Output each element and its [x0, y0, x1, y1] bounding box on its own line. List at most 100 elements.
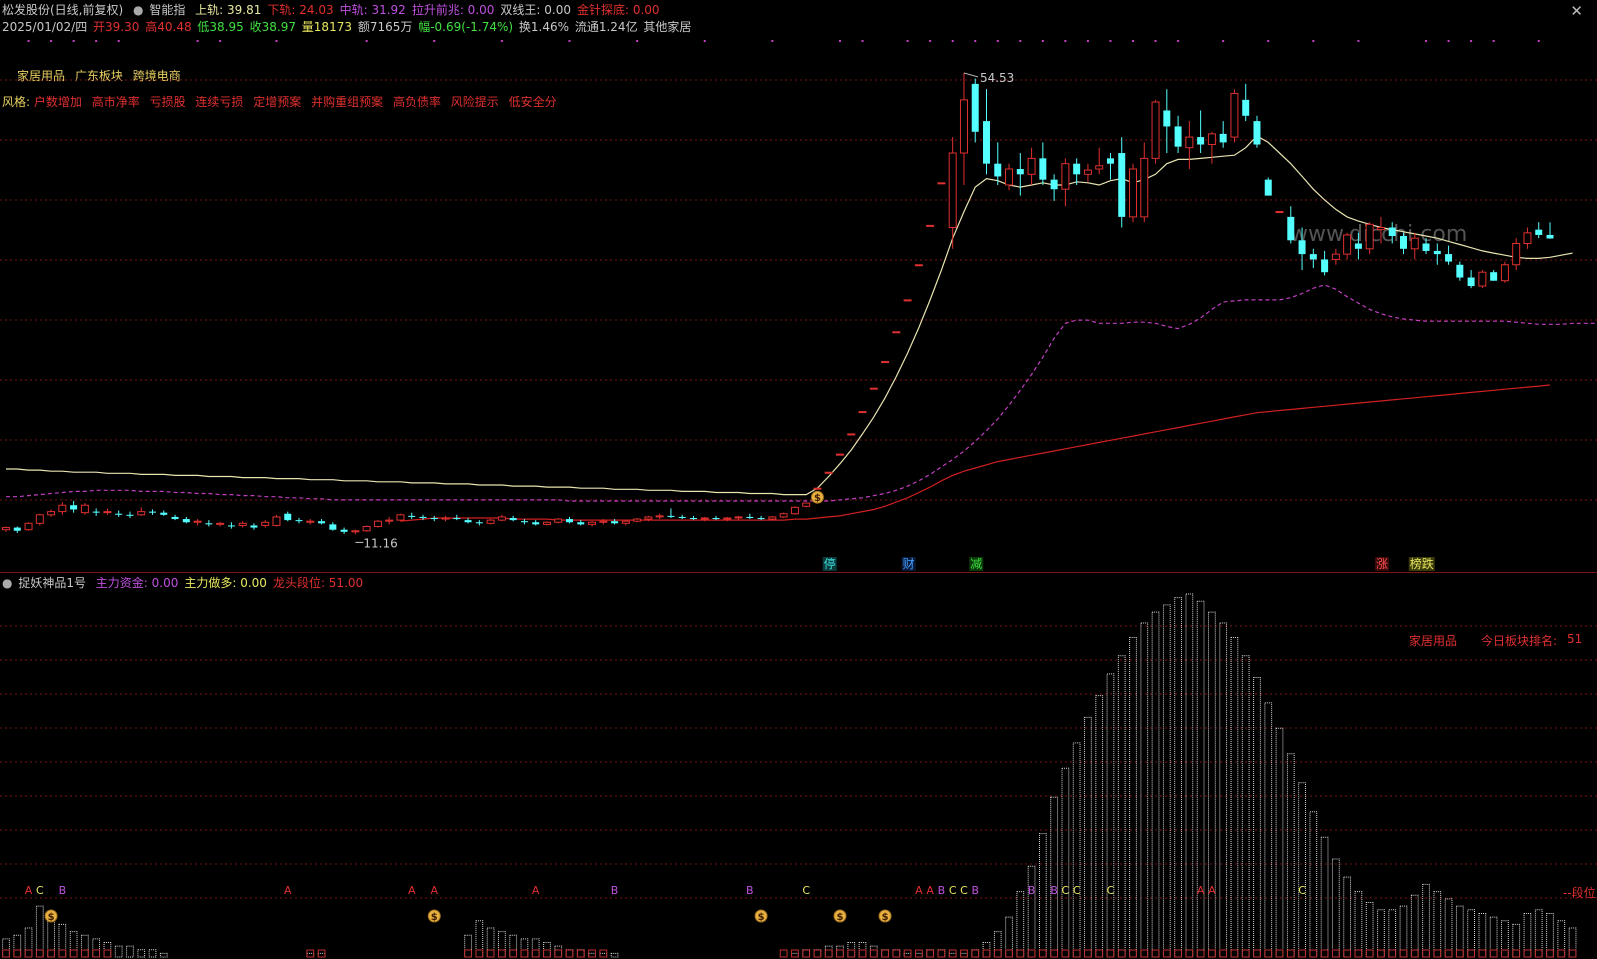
candle-body [734, 516, 743, 519]
candle-body [1456, 264, 1464, 278]
sub-base-bar [1151, 949, 1160, 958]
candle-body [1163, 110, 1171, 127]
candle-body [1410, 237, 1419, 250]
signal-dot [1109, 40, 1112, 42]
candle-body [1467, 277, 1475, 287]
sub-base-bar [1208, 949, 1216, 958]
candle-body [1298, 240, 1306, 255]
sub-base-bar [982, 949, 991, 958]
candle-body [869, 387, 878, 390]
sub-base-bar [836, 949, 844, 958]
candle-body [621, 520, 630, 524]
sub-bar [993, 931, 1002, 958]
sub-bar [1433, 891, 1442, 958]
sub-bar [1027, 865, 1036, 958]
sub-bar [1512, 923, 1521, 958]
candle-body [160, 512, 168, 515]
sub-bar [1219, 622, 1228, 958]
candle-body [835, 453, 844, 456]
sub-bar [69, 931, 78, 958]
sub-base-bar [47, 949, 55, 958]
sub-marker-label: C [960, 884, 968, 897]
candle-body [408, 515, 416, 517]
candle-body [542, 521, 551, 525]
sub-dollar-icon-glyph: $ [758, 912, 765, 923]
candle-body [1016, 169, 1024, 175]
sub-marker-label: A [1197, 884, 1205, 897]
signal-dot [27, 40, 30, 42]
sub-base-bar [475, 949, 484, 958]
candle-body [1140, 157, 1149, 218]
sub-bar [1501, 920, 1509, 958]
sub-bar [791, 952, 799, 958]
sub-bar [475, 920, 484, 958]
signal-dot [50, 40, 53, 42]
sub-base-bar [531, 949, 540, 958]
candle-body [994, 163, 1002, 177]
sub-bar [1354, 891, 1363, 958]
candle-body [182, 519, 190, 523]
sub-base-bar [588, 949, 596, 958]
sub-bar [1038, 833, 1047, 958]
sub-base-bar [1320, 949, 1329, 958]
sub-base-bar [69, 949, 78, 958]
sub-base-bar [1501, 949, 1509, 958]
sub-base-bar [1478, 949, 1487, 958]
sub-bar [588, 952, 596, 958]
sub-base-bar [24, 949, 33, 958]
candle-body [678, 516, 686, 518]
sub-bar [565, 949, 574, 958]
sub-marker-label: A [25, 884, 33, 897]
candlestick-chart[interactable]: 54.5311.16$停财减涨榜跌A C B A A A A B B C A A B C C B B B C C C A A… [0, 0, 1597, 959]
sub-base-bar [92, 949, 101, 958]
dollar-icon-glyph: $ [814, 493, 821, 504]
candle-body [1230, 92, 1239, 138]
candle-body [497, 516, 506, 521]
candle-body [1343, 234, 1352, 255]
candle-body [847, 433, 856, 436]
candle-body [193, 520, 202, 523]
sub-marker-label: A [408, 884, 416, 897]
candle-body [509, 517, 517, 521]
sub-bar [1095, 695, 1104, 958]
candle-body [362, 526, 371, 532]
sub-bar [1151, 611, 1160, 958]
sub-marker-label: C [802, 884, 810, 897]
sub-base-bar [486, 949, 495, 958]
sub-bar [1140, 622, 1149, 958]
candle-body [351, 530, 360, 533]
candle-body [757, 517, 765, 520]
candle-body [126, 514, 134, 516]
sub-base-bar [960, 949, 968, 958]
candle-body [1207, 133, 1216, 146]
sub-base-bar [1241, 949, 1250, 958]
sub-base-bar [509, 949, 518, 958]
sub-bar [610, 952, 619, 958]
sub-marker-label: A [1208, 884, 1216, 897]
candle-body [1129, 168, 1138, 218]
candle-body [1095, 165, 1104, 170]
candle-body [802, 502, 811, 507]
sub-base-bar [1343, 949, 1352, 958]
sub-base-bar [791, 949, 799, 958]
sub-bar [1286, 753, 1295, 958]
candle-body [1321, 259, 1329, 273]
sub-base-bar [1354, 949, 1363, 958]
sub-base-bar [1219, 949, 1228, 958]
candle-body [340, 529, 348, 532]
sub-base-bar [1365, 949, 1374, 958]
candle-body [881, 361, 890, 364]
candle-body [667, 515, 675, 517]
sub-marker-label: B [59, 884, 67, 897]
low-price-label: 11.16 [363, 536, 397, 550]
sub-bar [1331, 858, 1340, 958]
sub-bar [81, 934, 89, 958]
sub-bar [159, 952, 168, 958]
sub-marker-label: B [1028, 884, 1036, 897]
sub-base-bar [1512, 949, 1521, 958]
sub-base-bar [498, 949, 506, 958]
sub-bar [306, 952, 315, 958]
sub-base-bar [1016, 949, 1025, 958]
sub-bar [802, 949, 811, 958]
sub-base-bar [1264, 949, 1273, 958]
